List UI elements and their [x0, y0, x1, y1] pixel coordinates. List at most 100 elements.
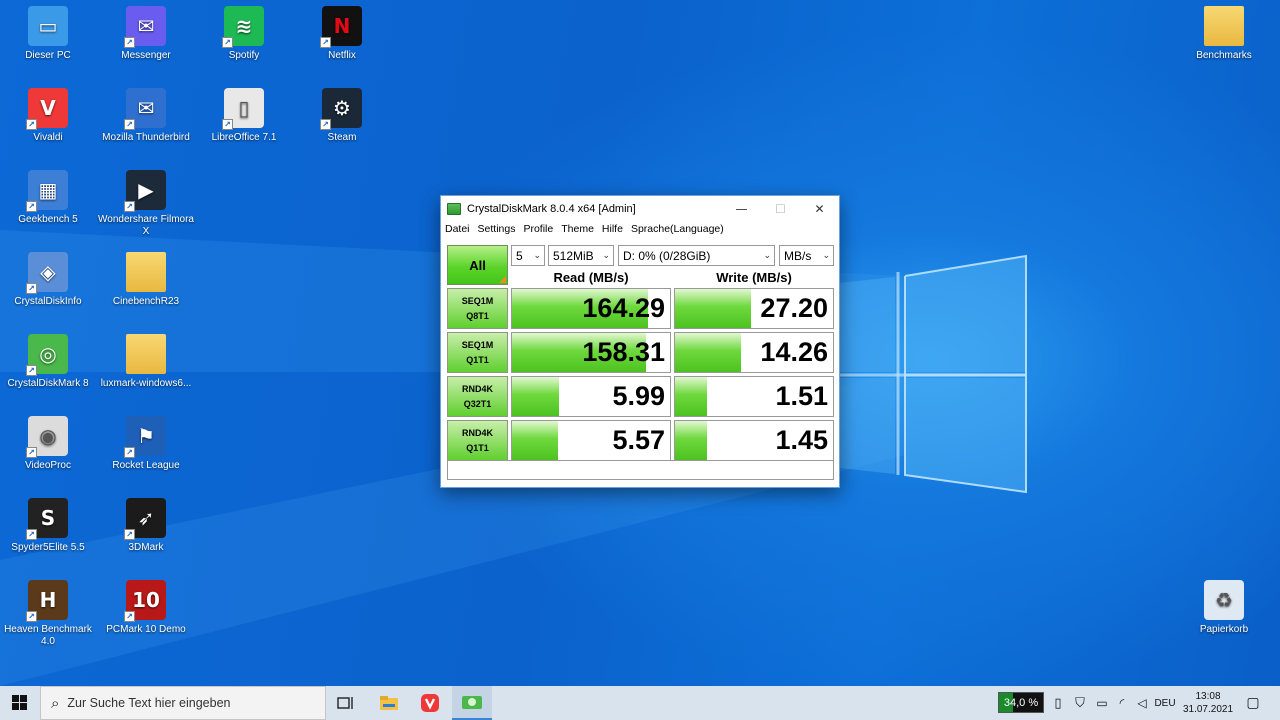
comment-field[interactable] — [447, 460, 834, 480]
size-select[interactable]: 512MiB ⌄ — [548, 245, 614, 266]
usb-drive-icon[interactable]: ▯ — [1048, 686, 1068, 720]
close-button[interactable]: ✕ — [800, 196, 839, 221]
test-button[interactable]: SEQ1M Q8T1 — [447, 288, 508, 329]
performance-meter[interactable]: 34,0 % — [998, 692, 1044, 713]
shortcut-arrow-icon: ↗ — [124, 611, 135, 622]
menu-hilfe[interactable]: Hilfe — [602, 223, 623, 235]
clock[interactable]: 13:08 31.07.2021 — [1180, 686, 1236, 720]
crystaldiskmark-icon: ◎ ↗ — [26, 334, 68, 376]
input-language[interactable]: DEU — [1152, 686, 1178, 720]
maximize-button[interactable]: ☐ — [761, 196, 800, 221]
write-result-cell: 14.26 — [674, 332, 834, 373]
search-placeholder: Zur Suche Text hier eingeben — [67, 696, 231, 710]
desktop-icon[interactable]: ▦ ↗ Geekbench 5 — [0, 166, 96, 246]
crystaldiskmark-window[interactable]: CrystalDiskMark 8.0.4 x64 [Admin] — ☐ ✕ … — [440, 195, 840, 488]
shortcut-arrow-icon: ↗ — [124, 37, 135, 48]
desktop-icon[interactable]: ◉ ↗ VideoProc — [0, 412, 96, 492]
menu-theme[interactable]: Theme — [561, 223, 594, 235]
spyder-icon: S ↗ — [26, 498, 68, 540]
desktop-icon-label: CinebenchR23 — [112, 296, 180, 307]
desktop-icon[interactable]: ▯ ↗ LibreOffice 7.1 — [196, 84, 292, 164]
security-shield-icon[interactable]: ⛉ — [1070, 686, 1090, 720]
test-params: Q1T1 — [466, 442, 489, 453]
all-button[interactable]: All — [447, 245, 508, 285]
taskbar-crystaldiskmark[interactable] — [452, 686, 492, 720]
test-button[interactable]: SEQ1M Q1T1 — [447, 332, 508, 373]
desktop-icon[interactable]: ◎ ↗ CrystalDiskMark 8 — [0, 330, 96, 410]
taskbar-vivaldi[interactable] — [410, 686, 450, 720]
desktop-icon[interactable]: V ↗ Vivaldi — [0, 84, 96, 164]
desktop-icon[interactable]: Benchmarks — [1176, 2, 1272, 82]
menu-settings[interactable]: Settings — [478, 223, 516, 235]
test-name: RND4K — [461, 427, 493, 438]
desktop-icon-label: CrystalDiskMark 8 — [7, 378, 89, 389]
chevron-down-icon: ⌄ — [533, 251, 541, 261]
search-box[interactable]: ⌕ Zur Suche Text hier eingeben — [40, 686, 326, 720]
speaker-icon[interactable]: ◁ — [1132, 686, 1152, 720]
shortcut-arrow-icon: ↗ — [124, 447, 135, 458]
desktop-icon[interactable]: ➶ ↗ 3DMark — [98, 494, 194, 574]
desktop-icon[interactable]: ✉ ↗ Messenger — [98, 2, 194, 82]
size-value: 512MiB — [553, 248, 594, 263]
unit-select[interactable]: MB/s ⌄ — [779, 245, 834, 266]
shortcut-arrow-icon: ↗ — [26, 529, 37, 540]
write-result-value: 1.45 — [775, 425, 828, 455]
test-params: Q8T1 — [466, 310, 489, 321]
battery-icon[interactable]: ▭ — [1092, 686, 1112, 720]
shortcut-arrow-icon: ↗ — [222, 37, 233, 48]
desktop-icon[interactable]: ▶ ↗ Wondershare Filmora X — [98, 166, 194, 246]
3dmark-icon: ➶ ↗ — [124, 498, 166, 540]
desktop-icon-label: CrystalDiskInfo — [14, 296, 82, 307]
start-button[interactable] — [0, 686, 40, 720]
menu-datei[interactable]: Datei — [445, 223, 470, 235]
write-result-value: 27.20 — [760, 293, 828, 323]
desktop-icon[interactable]: luxmark-windows6... — [98, 330, 194, 410]
desktop-icon[interactable]: ✉ ↗ Mozilla Thunderbird — [98, 84, 194, 164]
desktop-icon-label: luxmark-windows6... — [100, 378, 192, 389]
minimize-button[interactable]: — — [722, 196, 761, 221]
write-header: Write (MB/s) — [716, 270, 792, 285]
desktop-icon[interactable]: ≋ ↗ Spotify — [196, 2, 292, 82]
notification-center-icon[interactable]: ▢ — [1240, 686, 1266, 720]
desktop-icon[interactable]: CinebenchR23 — [98, 248, 194, 328]
pcmark-icon: 10 ↗ — [124, 580, 166, 622]
write-result-bar — [675, 333, 742, 372]
read-result-bar — [512, 377, 560, 416]
rocket-league-icon: ⚑ ↗ — [124, 416, 166, 458]
thunderbird-icon: ✉ ↗ — [124, 88, 166, 130]
desktop-icon[interactable]: ⚙ ↗ Steam — [294, 84, 390, 164]
test-button[interactable]: RND4K Q1T1 — [447, 420, 508, 461]
benchmark-panel: All 5 ⌄ 512MiB ⌄ D: 0% (0/28GiB) ⌄ MB/s ⌄ Re… — [441, 238, 839, 487]
desktop-icon[interactable]: ▭ Dieser PC — [0, 2, 96, 82]
vivaldi-icon — [421, 694, 439, 712]
title-bar[interactable]: CrystalDiskMark 8.0.4 x64 [Admin] — ☐ ✕ — [441, 196, 839, 221]
menu-language[interactable]: Sprache(Language) — [631, 223, 724, 235]
read-result-value: 5.57 — [612, 425, 665, 455]
desktop-icon[interactable]: ♻ Papierkorb — [1176, 576, 1272, 656]
read-result-bar — [512, 421, 558, 460]
write-result-bar — [675, 289, 751, 328]
desktop-icon[interactable]: 10 ↗ PCMark 10 Demo — [98, 576, 194, 656]
test-button[interactable]: RND4K Q32T1 — [447, 376, 508, 417]
shortcut-arrow-icon: ↗ — [26, 119, 37, 130]
menu-profile[interactable]: Profile — [523, 223, 553, 235]
desktop-icon[interactable]: S ↗ Spyder5Elite 5.5 — [0, 494, 96, 574]
clock-date: 31.07.2021 — [1182, 704, 1234, 715]
count-select[interactable]: 5 ⌄ — [511, 245, 545, 266]
chevron-down-icon: ⌄ — [763, 251, 771, 261]
test-params: Q32T1 — [463, 398, 492, 409]
window-title: CrystalDiskMark 8.0.4 x64 [Admin] — [467, 202, 636, 215]
drive-select[interactable]: D: 0% (0/28GiB) ⌄ — [618, 245, 775, 266]
wifi-icon[interactable]: ◜ — [1112, 686, 1132, 720]
count-value: 5 — [516, 248, 523, 263]
desktop-icon[interactable]: H ↗ Heaven Benchmark 4.0 — [0, 576, 96, 656]
desktop-icon[interactable]: ⚑ ↗ Rocket League — [98, 412, 194, 492]
task-view-button[interactable] — [326, 686, 366, 720]
taskbar-explorer[interactable] — [369, 686, 409, 720]
desktop-icon[interactable]: N ↗ Netflix — [294, 2, 390, 82]
desktop-icon[interactable]: ◈ ↗ CrystalDiskInfo — [0, 248, 96, 328]
desktop-icon-label: Messenger — [121, 50, 171, 61]
folder-icon — [126, 334, 166, 374]
crystaldiskinfo-icon: ◈ ↗ — [26, 252, 68, 294]
desktop-icon-label: Geekbench 5 — [18, 214, 78, 225]
